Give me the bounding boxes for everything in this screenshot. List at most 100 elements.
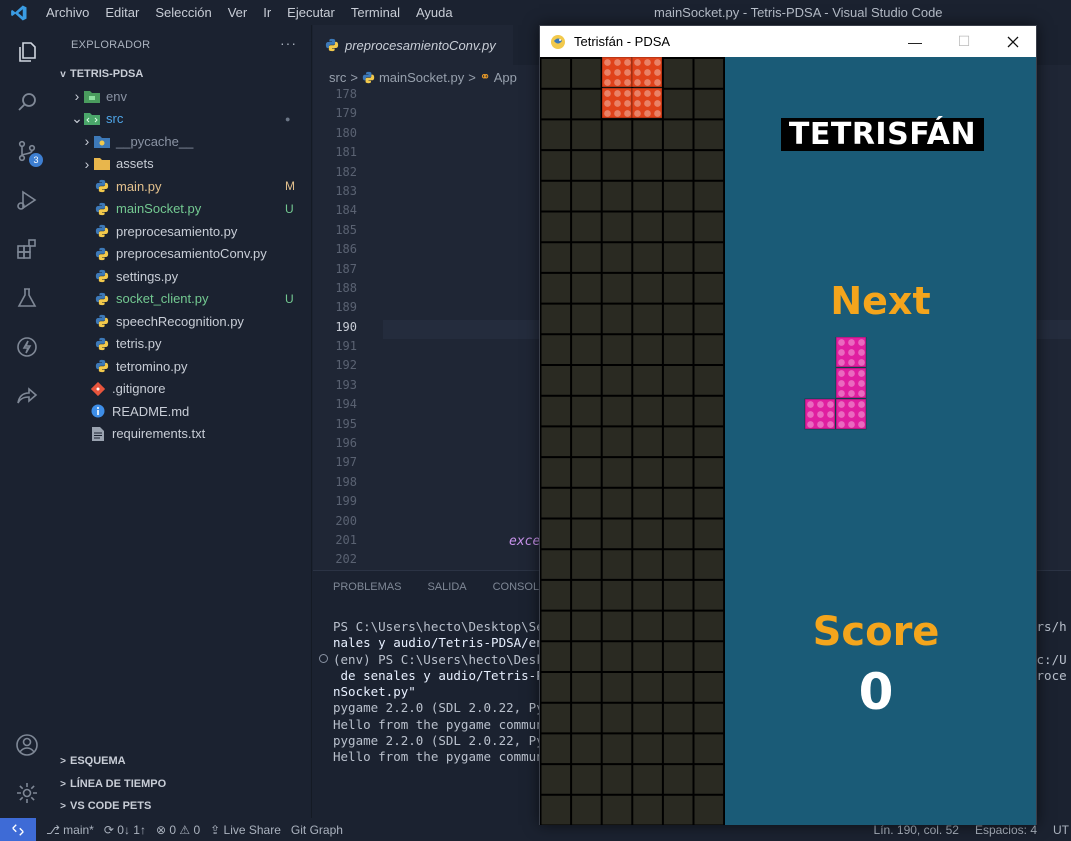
terminal-line: pygame 2.2.0 (SDL 2.0.22, Py [333, 733, 544, 749]
terminal-line: nSocket.py" [333, 684, 416, 700]
game-window-title: Tetrisfán - PDSA [574, 34, 671, 49]
line-number: 188 [335, 280, 357, 295]
breadcrumb-symbol[interactable]: App [494, 70, 517, 85]
menu-item-terminal[interactable]: Terminal [343, 0, 408, 25]
tree-item[interactable]: README.md [54, 400, 312, 422]
tree-item[interactable]: speechRecognition.py [54, 310, 312, 332]
problems-status[interactable]: ⊗ 0 ⚠ 0 [156, 823, 200, 837]
menu-item-ayuda[interactable]: Ayuda [408, 0, 461, 25]
remote-indicator-icon[interactable] [0, 818, 36, 841]
source-control-icon[interactable]: 3 [13, 137, 43, 167]
terminal-line: (env) PS C:\Users\hecto\Desk [333, 651, 544, 667]
line-number: 198 [335, 474, 357, 489]
branch-status[interactable]: ⎇ main* [46, 823, 94, 837]
python-file-icon [94, 359, 110, 373]
active-piece-block [631, 87, 663, 119]
code-text[interactable]: exce [509, 534, 540, 549]
tree-item[interactable]: › assets [54, 153, 312, 175]
python-file-icon [94, 292, 110, 306]
terminal-circle-icon [319, 654, 328, 663]
section-outline[interactable]: > ESQUEMA [54, 750, 312, 772]
menu-item-ejecutar[interactable]: Ejecutar [279, 0, 343, 25]
branch-icon: ⎇ [46, 822, 60, 837]
tab-problems[interactable]: PROBLEMAS [333, 581, 401, 593]
info-file-icon [90, 404, 106, 418]
minimize-button[interactable]: ― [892, 26, 938, 57]
tree-item-label: env [106, 88, 127, 104]
sync-status[interactable]: ⟳ 0↓ 1↑ [104, 823, 146, 837]
close-button[interactable] [990, 26, 1036, 57]
tree-item[interactable]: ⌄ src ● [54, 108, 312, 130]
tree-item[interactable]: tetromino.py [54, 355, 312, 377]
menu-item-ir[interactable]: Ir [255, 0, 279, 25]
files-icon[interactable] [13, 38, 41, 66]
terminal-output[interactable]: PS C:\Users\hecto\Desktop\Se nales y audi… [333, 619, 544, 766]
lightning-icon[interactable] [13, 333, 41, 361]
tree-item-label: mainSocket.py [116, 201, 202, 216]
next-piece-preview [804, 337, 867, 430]
src-folder-icon [84, 112, 100, 126]
tree-item[interactable]: mainSocket.py U [54, 198, 312, 220]
section-timeline[interactable]: > LÍNEA DE TIEMPO [54, 773, 312, 795]
more-actions-icon[interactable]: ··· [280, 35, 297, 51]
line-number: 193 [335, 377, 357, 392]
game-canvas[interactable]: TETRISFÁN Next Score 0 [540, 57, 1036, 825]
python-file-icon [94, 202, 110, 216]
menu-item-editar[interactable]: Editar [97, 0, 147, 25]
active-piece-block [601, 87, 633, 119]
section-vscode-pets[interactable]: > VS CODE PETS [54, 795, 312, 817]
tree-item-label: __pycache__ [116, 133, 194, 149]
line-number: 191 [335, 339, 357, 354]
tree-item[interactable]: preprocesamiento.py [54, 220, 312, 242]
menu-item-archivo[interactable]: Archivo [38, 0, 97, 25]
liveshare-status[interactable]: ⇪ Live Share [210, 823, 281, 837]
run-debug-icon[interactable] [13, 186, 41, 214]
git-file-icon [90, 381, 106, 396]
tree-item-label: requirements.txt [112, 426, 206, 441]
breadcrumb-file[interactable]: mainSocket.py [379, 70, 464, 85]
tree-item[interactable]: tetris.py [54, 333, 312, 355]
score-label: Score [812, 609, 940, 655]
python-file-icon [325, 38, 339, 52]
tree-item[interactable]: › __pycache__ [54, 130, 312, 152]
maximize-button[interactable]: ☐ [941, 26, 987, 57]
tree-item[interactable]: › env [54, 85, 312, 107]
active-piece-block [631, 57, 663, 88]
menu-item-selección[interactable]: Selección [147, 0, 219, 25]
tab-preprocesamientoconv[interactable]: preprocesamientoConv.py [313, 25, 513, 65]
account-icon[interactable] [13, 731, 41, 759]
section-label: LÍNEA DE TIEMPO [70, 778, 167, 790]
tab-output[interactable]: SALIDA [427, 581, 466, 593]
terminal-line: nales y audio/Tetris-PDSA/en [333, 635, 544, 651]
chevron-right-icon: > [60, 778, 66, 790]
menu-item-ver[interactable]: Ver [220, 0, 256, 25]
pycache-folder-icon [94, 134, 110, 148]
tree-item-label: socket_client.py [116, 291, 209, 306]
git-status-badge: M [285, 179, 295, 193]
pygame-snake-icon [548, 33, 568, 51]
encoding[interactable]: UT [1053, 823, 1069, 837]
tree-item[interactable]: settings.py [54, 265, 312, 287]
breadcrumb-src[interactable]: src [329, 70, 346, 85]
tree-item[interactable]: .gitignore [54, 378, 312, 400]
project-root[interactable]: v TETRIS-PDSA [54, 63, 312, 85]
game-titlebar: Tetrisfán - PDSA ― ☐ [540, 26, 1036, 57]
line-number: 179 [335, 106, 357, 121]
live-share-icon[interactable] [13, 382, 41, 410]
tree-item[interactable]: socket_client.py U [54, 288, 312, 310]
extensions-icon[interactable] [13, 235, 41, 263]
search-icon[interactable] [13, 88, 41, 116]
line-number: 182 [335, 164, 357, 179]
window-title: mainSocket.py - Tetris-PDSA - Visual Stu… [654, 5, 943, 20]
tree-item[interactable]: requirements.txt [54, 423, 312, 445]
chevron-down-icon: ⌄ [71, 110, 83, 126]
tree-item[interactable]: preprocesamientoConv.py [54, 243, 312, 265]
manage-gear-icon[interactable] [13, 779, 41, 807]
tetris-board[interactable] [540, 57, 725, 825]
line-number: 178 [335, 87, 357, 101]
tree-item-label: README.md [112, 403, 190, 419]
gitgraph-status[interactable]: Git Graph [291, 823, 343, 837]
game-window: Tetrisfán - PDSA ― ☐ TETRISFÁN Next Scor… [539, 25, 1037, 825]
testing-icon[interactable] [13, 284, 41, 312]
tree-item[interactable]: main.py M [54, 175, 312, 197]
